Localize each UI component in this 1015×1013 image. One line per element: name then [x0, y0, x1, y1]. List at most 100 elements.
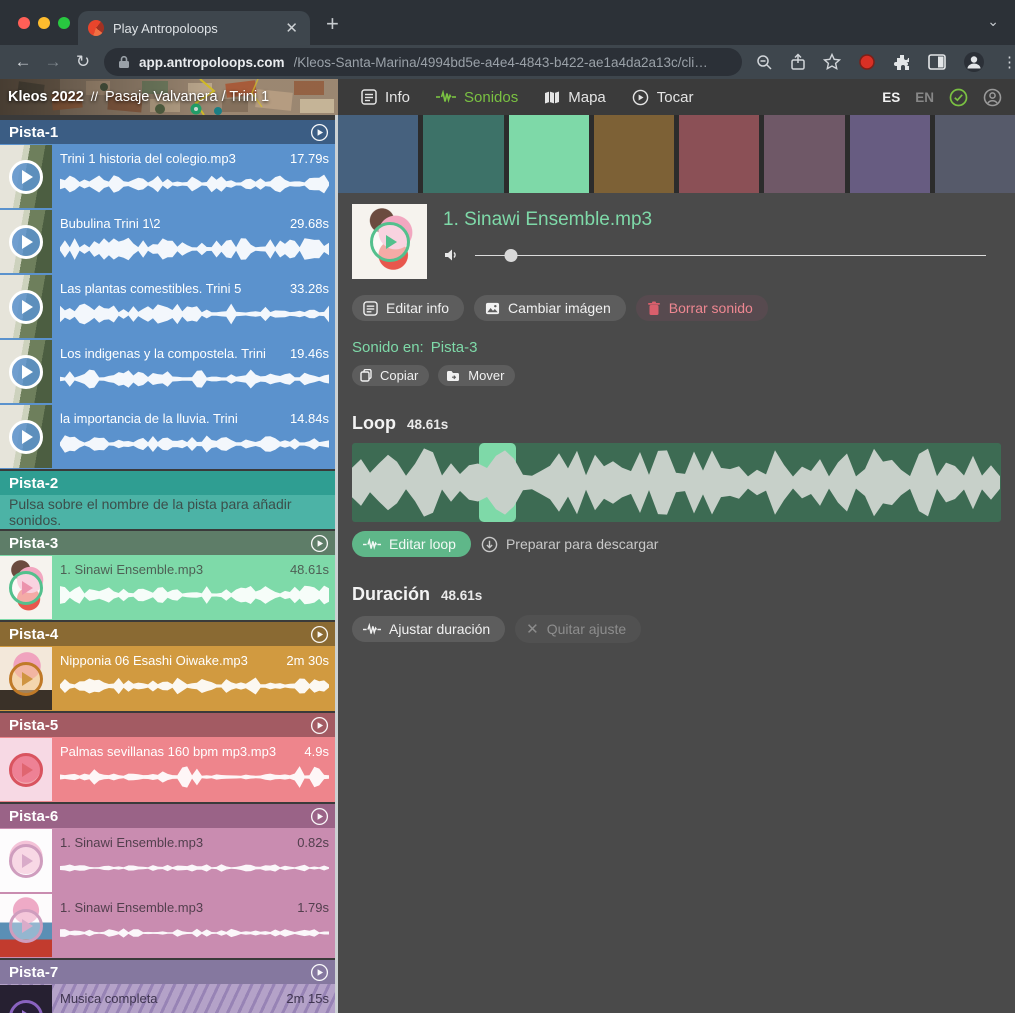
- edit-loop-button[interactable]: Editar loop: [352, 531, 471, 557]
- volume-slider[interactable]: [475, 249, 986, 262]
- clip-play-button[interactable]: [9, 909, 43, 943]
- minimize-window-button[interactable]: [38, 17, 50, 29]
- clip-item[interactable]: la importancia de la lluvia. Trini14.84s: [0, 404, 338, 469]
- clip-item[interactable]: Bubulina Trini 1\229.68s: [0, 209, 338, 274]
- clip-item[interactable]: 1. Sinawi Ensemble.mp348.61s: [0, 555, 338, 620]
- sound-in-track-link[interactable]: Pista-3: [431, 339, 478, 356]
- track-color-swatch[interactable]: [764, 115, 844, 193]
- track-header[interactable]: Pista-1: [0, 120, 338, 144]
- nav-tab-info[interactable]: Info: [348, 89, 423, 106]
- track-header[interactable]: Pista-3: [0, 531, 338, 555]
- track-color-swatch[interactable]: [423, 115, 503, 193]
- share-icon[interactable]: [790, 53, 806, 71]
- profile-avatar[interactable]: [963, 51, 985, 73]
- address-bar[interactable]: app.antropoloops.com/Kleos-Santa-Marina/…: [104, 48, 742, 76]
- clip-thumbnail[interactable]: [0, 275, 52, 338]
- clip-item[interactable]: Musica completa2m 15s: [0, 984, 338, 1013]
- clip-item[interactable]: Trini 1 historia del colegio.mp317.79s: [0, 144, 338, 209]
- loop-waveform-box[interactable]: [352, 443, 1001, 522]
- clip-play-button[interactable]: [9, 225, 43, 259]
- account-icon[interactable]: [983, 88, 1002, 107]
- clip-thumbnail[interactable]: [0, 405, 52, 468]
- language-es[interactable]: ES: [882, 90, 900, 105]
- clip-thumbnail[interactable]: [0, 894, 52, 957]
- clip-item[interactable]: Nipponia 06 Esashi Oiwake.mp32m 30s: [0, 646, 338, 711]
- track-color-swatch[interactable]: [594, 115, 674, 193]
- clip-thumbnail[interactable]: [0, 210, 52, 273]
- copy-sound-button[interactable]: Copiar: [352, 365, 429, 386]
- browser-menu-icon[interactable]: ⋮: [1002, 53, 1015, 71]
- prepare-download-button[interactable]: Preparar para descargar: [481, 536, 659, 553]
- volume-slider-thumb[interactable]: [504, 249, 517, 262]
- clip-play-button[interactable]: [9, 662, 43, 696]
- clip-play-button[interactable]: [9, 355, 43, 389]
- track-color-swatch[interactable]: [338, 115, 418, 193]
- extensions-puzzle-icon[interactable]: [893, 53, 911, 71]
- reload-button[interactable]: ↻: [68, 52, 98, 72]
- clip-thumbnail[interactable]: [0, 556, 52, 619]
- close-window-button[interactable]: [18, 17, 30, 29]
- clip-item[interactable]: 1. Sinawi Ensemble.mp30.82s: [0, 828, 338, 893]
- track-color-swatch[interactable]: [850, 115, 930, 193]
- sound-play-button[interactable]: [370, 222, 410, 262]
- nav-tab-sonidos[interactable]: Sonidos: [423, 89, 531, 106]
- status-check-icon[interactable]: [949, 88, 968, 107]
- clip-item[interactable]: Las plantas comestibles. Trini 533.28s: [0, 274, 338, 339]
- clip-thumbnail[interactable]: [0, 647, 52, 710]
- track-color-swatch[interactable]: [935, 115, 1015, 193]
- clip-thumbnail[interactable]: [0, 738, 52, 801]
- back-button[interactable]: ←: [8, 52, 38, 72]
- clip-thumbnail[interactable]: [0, 829, 52, 892]
- track-header[interactable]: Pista-7: [0, 960, 338, 984]
- remove-adjust-button[interactable]: ✕ Quitar ajuste: [515, 615, 641, 643]
- browser-tab[interactable]: Play Antropoloops ✕: [78, 11, 310, 45]
- track-play-button[interactable]: [310, 625, 329, 644]
- clip-play-button[interactable]: [9, 290, 43, 324]
- new-tab-button[interactable]: +: [326, 11, 339, 37]
- clip-item[interactable]: Palmas sevillanas 160 bpm mp3.mp34.9s: [0, 737, 338, 802]
- track-play-button[interactable]: [310, 123, 329, 142]
- adjust-duration-button[interactable]: Ajustar duración: [352, 616, 505, 642]
- track-header[interactable]: Pista-2: [0, 471, 338, 495]
- track-header[interactable]: Pista-5: [0, 713, 338, 737]
- language-en[interactable]: EN: [915, 90, 934, 105]
- sidebar-scrollbar[interactable]: [335, 115, 338, 1013]
- map-preview[interactable]: Kleos 2022 // Pasaje Valvanera / Trini 1: [0, 79, 338, 115]
- nav-tab-mapa[interactable]: Mapa: [531, 89, 619, 106]
- maximize-window-button[interactable]: [58, 17, 70, 29]
- clip-play-button[interactable]: [9, 571, 43, 605]
- change-image-button[interactable]: Cambiar imágen: [474, 295, 626, 321]
- tab-close-icon[interactable]: ✕: [283, 19, 300, 37]
- clip-play-button[interactable]: [9, 420, 43, 454]
- nav-tab-tocar[interactable]: Tocar: [619, 89, 707, 106]
- track-play-button[interactable]: [310, 716, 329, 735]
- delete-sound-button[interactable]: Borrar sonido: [636, 295, 768, 321]
- side-panel-icon[interactable]: [928, 54, 946, 70]
- clip-play-button[interactable]: [9, 753, 43, 787]
- clip-thumbnail[interactable]: [0, 340, 52, 403]
- clip-thumbnail[interactable]: [0, 145, 52, 208]
- clip-item[interactable]: 1. Sinawi Ensemble.mp31.79s: [0, 893, 338, 958]
- track-play-button[interactable]: [310, 963, 329, 982]
- track-header[interactable]: Pista-6: [0, 804, 338, 828]
- clip-play-button[interactable]: [9, 160, 43, 194]
- breadcrumb-location[interactable]: Pasaje Valvanera / Trini 1: [105, 89, 269, 105]
- clip-play-button[interactable]: [9, 844, 43, 878]
- volume-icon[interactable]: [443, 247, 459, 263]
- track-color-swatch[interactable]: [509, 115, 589, 193]
- zoom-icon[interactable]: [756, 54, 773, 71]
- sound-thumbnail[interactable]: [352, 204, 427, 279]
- move-sound-button[interactable]: Mover: [438, 365, 515, 386]
- breadcrumb-project[interactable]: Kleos 2022: [8, 89, 84, 105]
- track-play-button[interactable]: [310, 534, 329, 553]
- track-color-swatch[interactable]: [679, 115, 759, 193]
- bookmark-star-icon[interactable]: [823, 53, 841, 71]
- forward-button[interactable]: →: [38, 52, 68, 72]
- clip-item[interactable]: Los indigenas y la compostela. Trini19.4…: [0, 339, 338, 404]
- track-header[interactable]: Pista-4: [0, 622, 338, 646]
- record-indicator-icon[interactable]: [858, 53, 876, 71]
- edit-info-button[interactable]: Editar info: [352, 295, 464, 321]
- clip-play-button[interactable]: [9, 1000, 43, 1013]
- track-play-button[interactable]: [310, 807, 329, 826]
- clip-thumbnail[interactable]: [0, 985, 52, 1013]
